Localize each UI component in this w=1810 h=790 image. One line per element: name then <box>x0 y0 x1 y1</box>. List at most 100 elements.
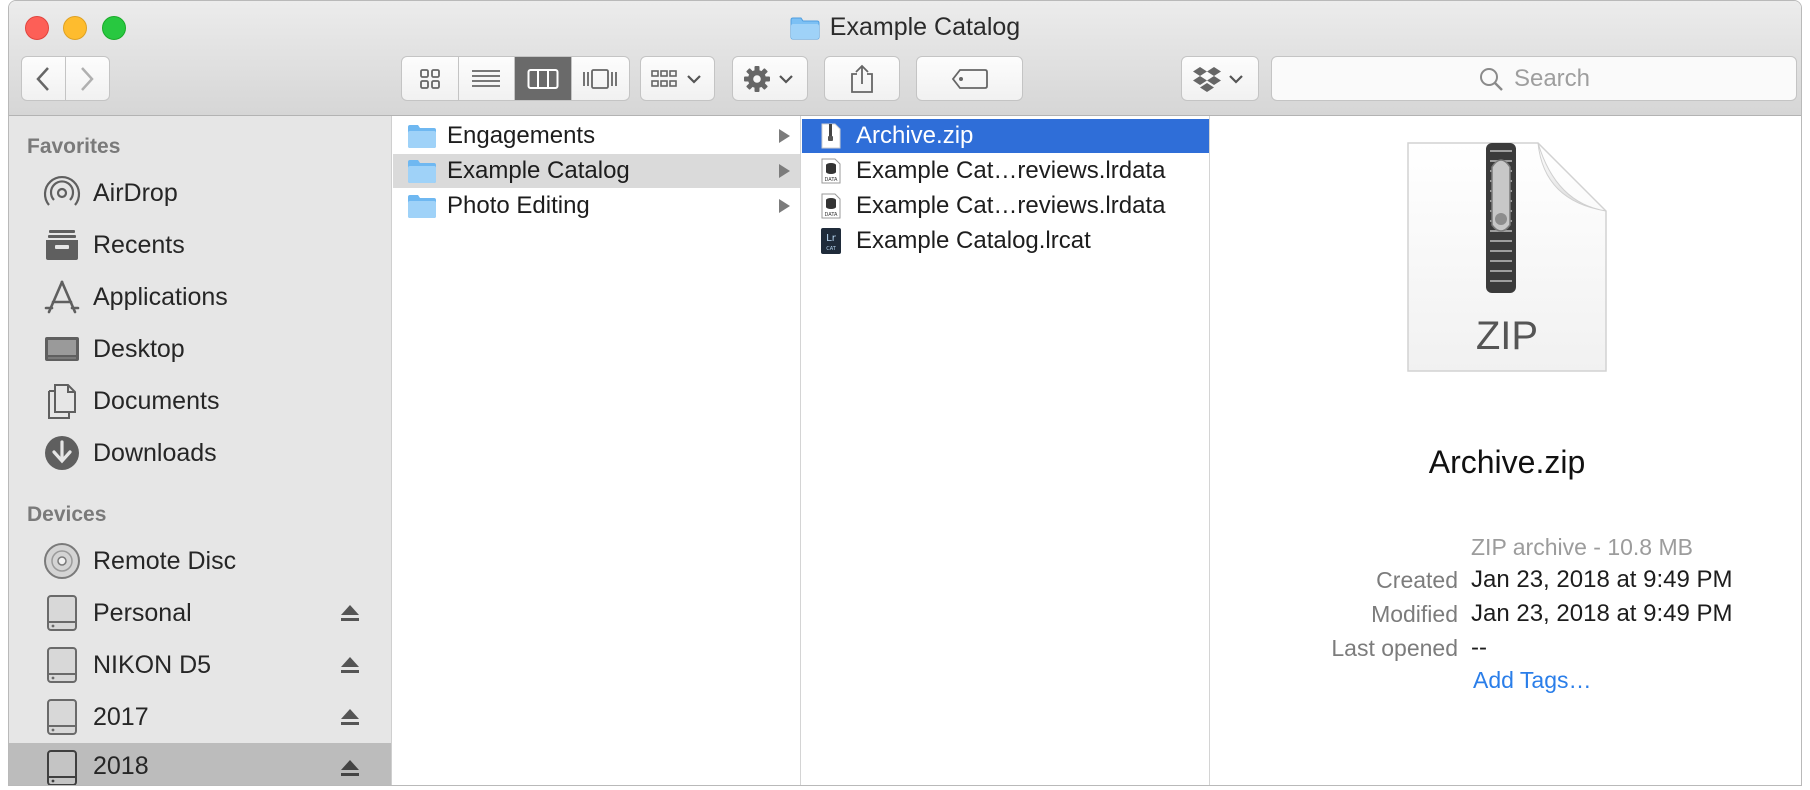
sidebar-header-favorites: Favorites <box>27 135 121 158</box>
search-placeholder: Search <box>1513 64 1591 92</box>
dropbox-button[interactable] <box>1181 56 1259 101</box>
sidebar-item-2017[interactable]: 2017 <box>9 692 391 742</box>
list-item-label: Example Cat…reviews.lrdata <box>856 192 1166 219</box>
sidebar-item-airdrop[interactable]: AirDrop <box>9 168 391 218</box>
file-type-label: ZIP <box>1475 314 1539 358</box>
created-label: Created <box>1376 567 1458 593</box>
disclosure-arrow-icon <box>779 129 790 143</box>
sidebar-item-recents[interactable]: Recents <box>9 220 391 270</box>
column-browser-1: Engagements Example Catalog Photo Editin… <box>393 116 801 785</box>
list-view-icon <box>472 69 501 87</box>
column-browser-2: Archive.zip DATA Example Cat…reviews.lrd… <box>802 116 1210 785</box>
list-item-lrdata-1[interactable]: DATA Example Cat…reviews.lrdata <box>802 154 1209 188</box>
sidebar-item-documents[interactable]: Documents <box>9 376 391 426</box>
window-title: Example Catalog <box>9 13 1801 42</box>
icon-view-button[interactable] <box>402 57 459 100</box>
data-file-icon: DATA <box>821 158 841 184</box>
drive-icon <box>43 594 81 632</box>
column-view-icon <box>527 68 559 89</box>
chevron-left-icon <box>36 66 50 91</box>
toolbar: Example Catalog Search <box>9 1 1801 116</box>
list-item-label: Photo Editing <box>447 192 590 219</box>
sidebar-item-label: AirDrop <box>93 178 178 207</box>
sidebar-item-label: Downloads <box>93 438 217 467</box>
tags-button[interactable] <box>916 56 1023 101</box>
lrcat-file-icon: Lr CAT <box>821 228 841 254</box>
cat-badge: CAT <box>826 246 837 252</box>
group-button[interactable] <box>640 56 715 101</box>
preview-pane: ZIP Archive.zip ZIP archive - 10.8 MB Cr… <box>1211 116 1801 785</box>
folder-icon <box>790 17 820 39</box>
column-view-button[interactable] <box>515 57 572 100</box>
drive-icon <box>43 698 81 736</box>
list-item-label: Engagements <box>447 122 596 149</box>
sidebar-item-label: Remote Disc <box>93 546 237 575</box>
gear-icon <box>744 65 793 92</box>
share-button[interactable] <box>824 56 900 101</box>
share-icon <box>851 64 873 93</box>
list-item-example-catalog[interactable]: Example Catalog <box>393 154 800 188</box>
sidebar-item-label: Documents <box>93 386 220 415</box>
icon-view-icon <box>419 68 440 89</box>
add-tags-link[interactable]: Add Tags… <box>1473 667 1591 694</box>
preview-file-kind: ZIP archive - 10.8 MB <box>1471 534 1693 560</box>
data-badge: DATA <box>825 177 838 183</box>
gallery-view-button[interactable] <box>572 57 629 100</box>
sidebar-item-label: NIKON D5 <box>93 650 212 679</box>
sidebar-item-personal[interactable]: Personal <box>9 588 391 638</box>
drive-icon <box>43 646 81 684</box>
modified-value: Jan 23, 2018 at 9:49 PM <box>1471 600 1733 627</box>
eject-icon[interactable] <box>339 706 361 728</box>
eject-icon[interactable] <box>339 654 361 676</box>
list-item-label: Example Catalog.lrcat <box>856 227 1091 254</box>
dropbox-icon <box>1193 66 1243 92</box>
airdrop-icon <box>43 174 81 212</box>
eject-icon[interactable] <box>339 602 361 624</box>
sidebar-item-nikon-d5[interactable]: NIKON D5 <box>9 640 391 690</box>
list-item-label: Archive.zip <box>856 122 974 149</box>
forward-button[interactable] <box>66 57 110 100</box>
disclosure-arrow-icon <box>779 199 790 213</box>
recents-icon <box>43 226 81 264</box>
sidebar-item-remote-disc[interactable]: Remote Disc <box>9 536 391 586</box>
gallery-view-icon <box>583 68 618 89</box>
list-item-archive-zip[interactable]: Archive.zip <box>802 119 1209 153</box>
sidebar-item-downloads[interactable]: Downloads <box>9 428 391 478</box>
folder-icon <box>408 195 436 218</box>
sidebar-item-applications[interactable]: Applications <box>9 272 391 322</box>
lr-badge: Lr <box>826 233 837 244</box>
chevron-right-icon <box>81 66 94 91</box>
window-title-text: Example Catalog <box>829 13 1021 41</box>
list-item-photo-editing[interactable]: Photo Editing <box>393 189 800 223</box>
sidebar-item-desktop[interactable]: Desktop <box>9 324 391 374</box>
disc-icon <box>43 542 81 580</box>
sidebar-item-label: 2018 <box>93 751 149 780</box>
sidebar-item-label: Recents <box>93 230 185 259</box>
list-item-lrdata-2[interactable]: DATA Example Cat…reviews.lrdata <box>802 189 1209 223</box>
search-input[interactable]: Search <box>1271 56 1797 101</box>
documents-icon <box>43 382 81 420</box>
list-item-label: Example Catalog <box>447 157 630 184</box>
folder-icon <box>408 160 436 183</box>
action-button[interactable] <box>732 56 808 101</box>
downloads-icon <box>43 434 81 472</box>
modified-label: Modified <box>1371 601 1458 627</box>
data-badge: DATA <box>825 212 838 218</box>
list-item-engagements[interactable]: Engagements <box>393 119 800 153</box>
sidebar-item-label: 2017 <box>93 702 149 731</box>
folder-icon <box>408 125 436 148</box>
nav-buttons <box>21 56 110 101</box>
sidebar-item-label: Personal <box>93 598 192 627</box>
preview-file-name: Archive.zip <box>1428 444 1586 480</box>
back-button[interactable] <box>22 57 66 100</box>
search-icon <box>1479 67 1503 91</box>
drive-icon <box>43 749 81 785</box>
sidebar-item-2018[interactable]: 2018 <box>9 743 391 785</box>
created-value: Jan 23, 2018 at 9:49 PM <box>1471 566 1733 593</box>
list-item-lrcat[interactable]: Lr CAT Example Catalog.lrcat <box>802 224 1209 258</box>
tag-icon <box>951 68 988 89</box>
list-view-button[interactable] <box>459 57 515 100</box>
desktop-icon <box>43 330 81 368</box>
disclosure-arrow-icon <box>779 164 790 178</box>
eject-icon[interactable] <box>339 757 361 779</box>
